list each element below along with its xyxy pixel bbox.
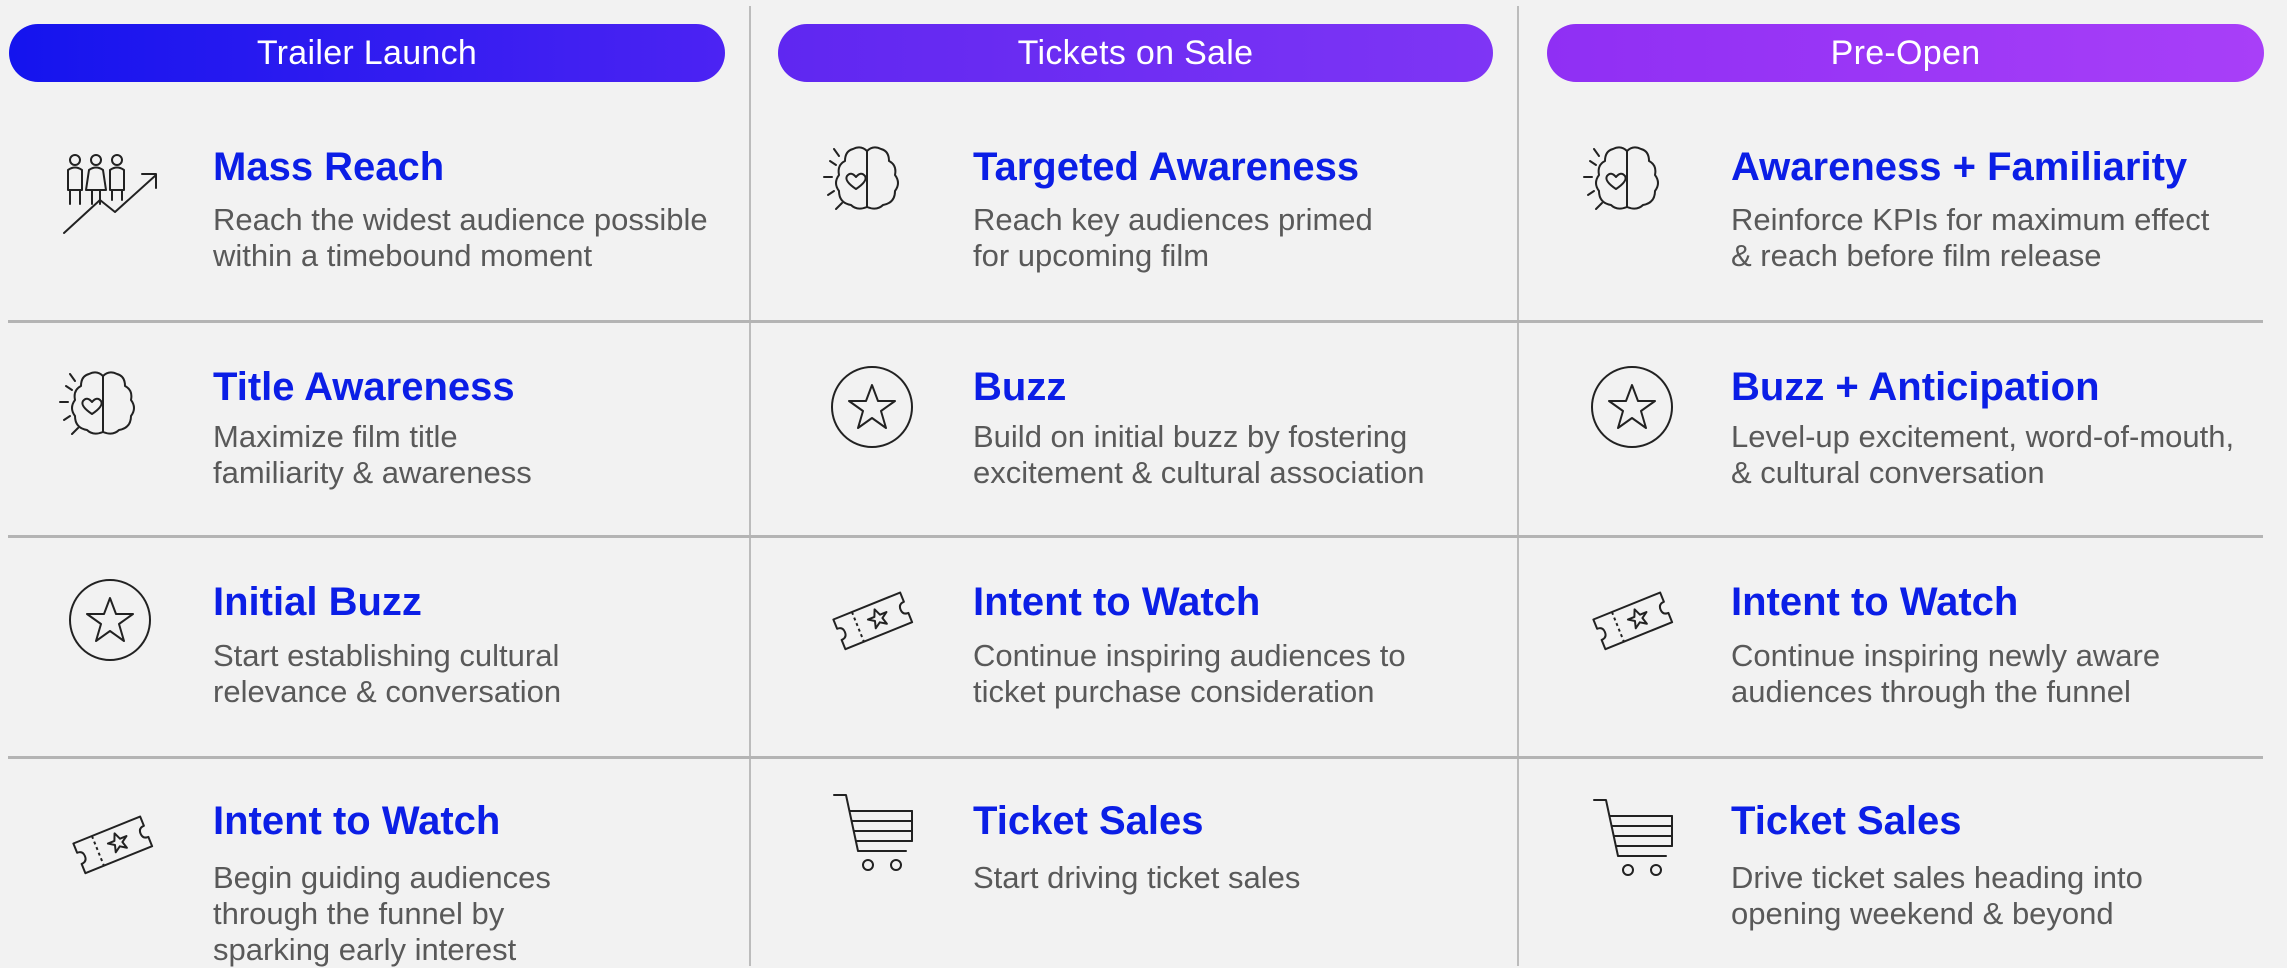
objective-cell: Title Awareness Maximize film title fami…: [0, 363, 760, 513]
objective-cell: Buzz Build on initial buzz by fostering …: [760, 363, 1517, 513]
brain-heart-icon: [822, 143, 912, 223]
ticket-icon: [1590, 583, 1674, 655]
objective-description: Drive ticket sales heading into opening …: [1731, 860, 2143, 931]
objective-title: Title Awareness: [213, 365, 515, 409]
phase-column-pre-open: Pre-Open Awareness + Familiarity Reinfor…: [1520, 0, 2280, 966]
objective-cell: Buzz + Anticipation Level-up excitement,…: [1520, 363, 2287, 513]
objective-cell: Intent to Watch Continue inspiring newly…: [1520, 578, 2287, 728]
objective-cell: Mass Reach Reach the widest audience pos…: [0, 143, 760, 293]
objective-title: Ticket Sales: [973, 799, 1204, 843]
phase-column-tickets-on-sale: Tickets on Sale Targeted Awareness Reach…: [760, 0, 1520, 966]
objective-title: Mass Reach: [213, 145, 445, 189]
objective-title: Intent to Watch: [213, 799, 501, 843]
objective-cell: Ticket Sales Start driving ticket sales: [760, 794, 1517, 966]
objective-description: Maximize film title familiarity & awaren…: [213, 419, 532, 490]
shopping-cart-icon: [1592, 796, 1678, 880]
objective-description: Begin guiding audiences through the funn…: [213, 860, 551, 967]
objective-cell: Awareness + Familiarity Reinforce KPIs f…: [1520, 143, 2287, 293]
people-growth-icon: [60, 150, 164, 236]
objective-description: Build on initial buzz by fostering excit…: [973, 419, 1425, 490]
objective-description: Continue inspiring audiences to ticket p…: [973, 638, 1406, 709]
brain-heart-icon: [1582, 143, 1672, 223]
objective-description: Reach key audiences primed for upcoming …: [973, 202, 1373, 273]
shopping-cart-icon: [832, 791, 918, 875]
objective-title: Intent to Watch: [1731, 580, 2019, 624]
ticket-icon: [70, 807, 154, 879]
objective-title: Initial Buzz: [213, 580, 422, 624]
phase-header-pill: Tickets on Sale: [778, 24, 1493, 82]
phase-header-pill: Trailer Launch: [9, 24, 725, 82]
objective-title: Intent to Watch: [973, 580, 1261, 624]
objective-cell: Targeted Awareness Reach key audiences p…: [760, 143, 1517, 293]
star-circle-icon: [1590, 365, 1674, 449]
objective-cell: Intent to Watch Begin guiding audiences …: [0, 797, 760, 967]
objective-title: Awareness + Familiarity: [1731, 145, 2188, 189]
objective-description: Reinforce KPIs for maximum effect & reac…: [1731, 202, 2210, 273]
star-circle-icon: [830, 365, 914, 449]
star-circle-icon: [68, 578, 152, 662]
phase-header-pill: Pre-Open: [1547, 24, 2264, 82]
objective-description: Start driving ticket sales: [973, 860, 1301, 895]
objective-cell: Initial Buzz Start establishing cultural…: [0, 578, 760, 728]
objective-cell: Intent to Watch Continue inspiring audie…: [760, 578, 1517, 728]
ticket-icon: [830, 583, 914, 655]
objective-cell: Ticket Sales Drive ticket sales heading …: [1520, 797, 2287, 966]
objective-description: Continue inspiring newly aware audiences…: [1731, 638, 2161, 709]
objective-description: Start establishing cultural relevance & …: [213, 638, 562, 709]
objective-title: Buzz: [973, 365, 1067, 409]
phase-column-trailer-launch: Trailer Launch Mass Reach Reach the wide…: [0, 0, 760, 967]
objective-title: Ticket Sales: [1731, 799, 1962, 843]
objective-description: Level-up excitement, word-of-mouth, & cu…: [1731, 419, 2235, 490]
objective-title: Buzz + Anticipation: [1731, 365, 2100, 409]
objective-title: Targeted Awareness: [973, 145, 1360, 189]
objective-description: Reach the widest audience possible withi…: [213, 202, 708, 273]
brain-heart-icon: [58, 368, 148, 448]
